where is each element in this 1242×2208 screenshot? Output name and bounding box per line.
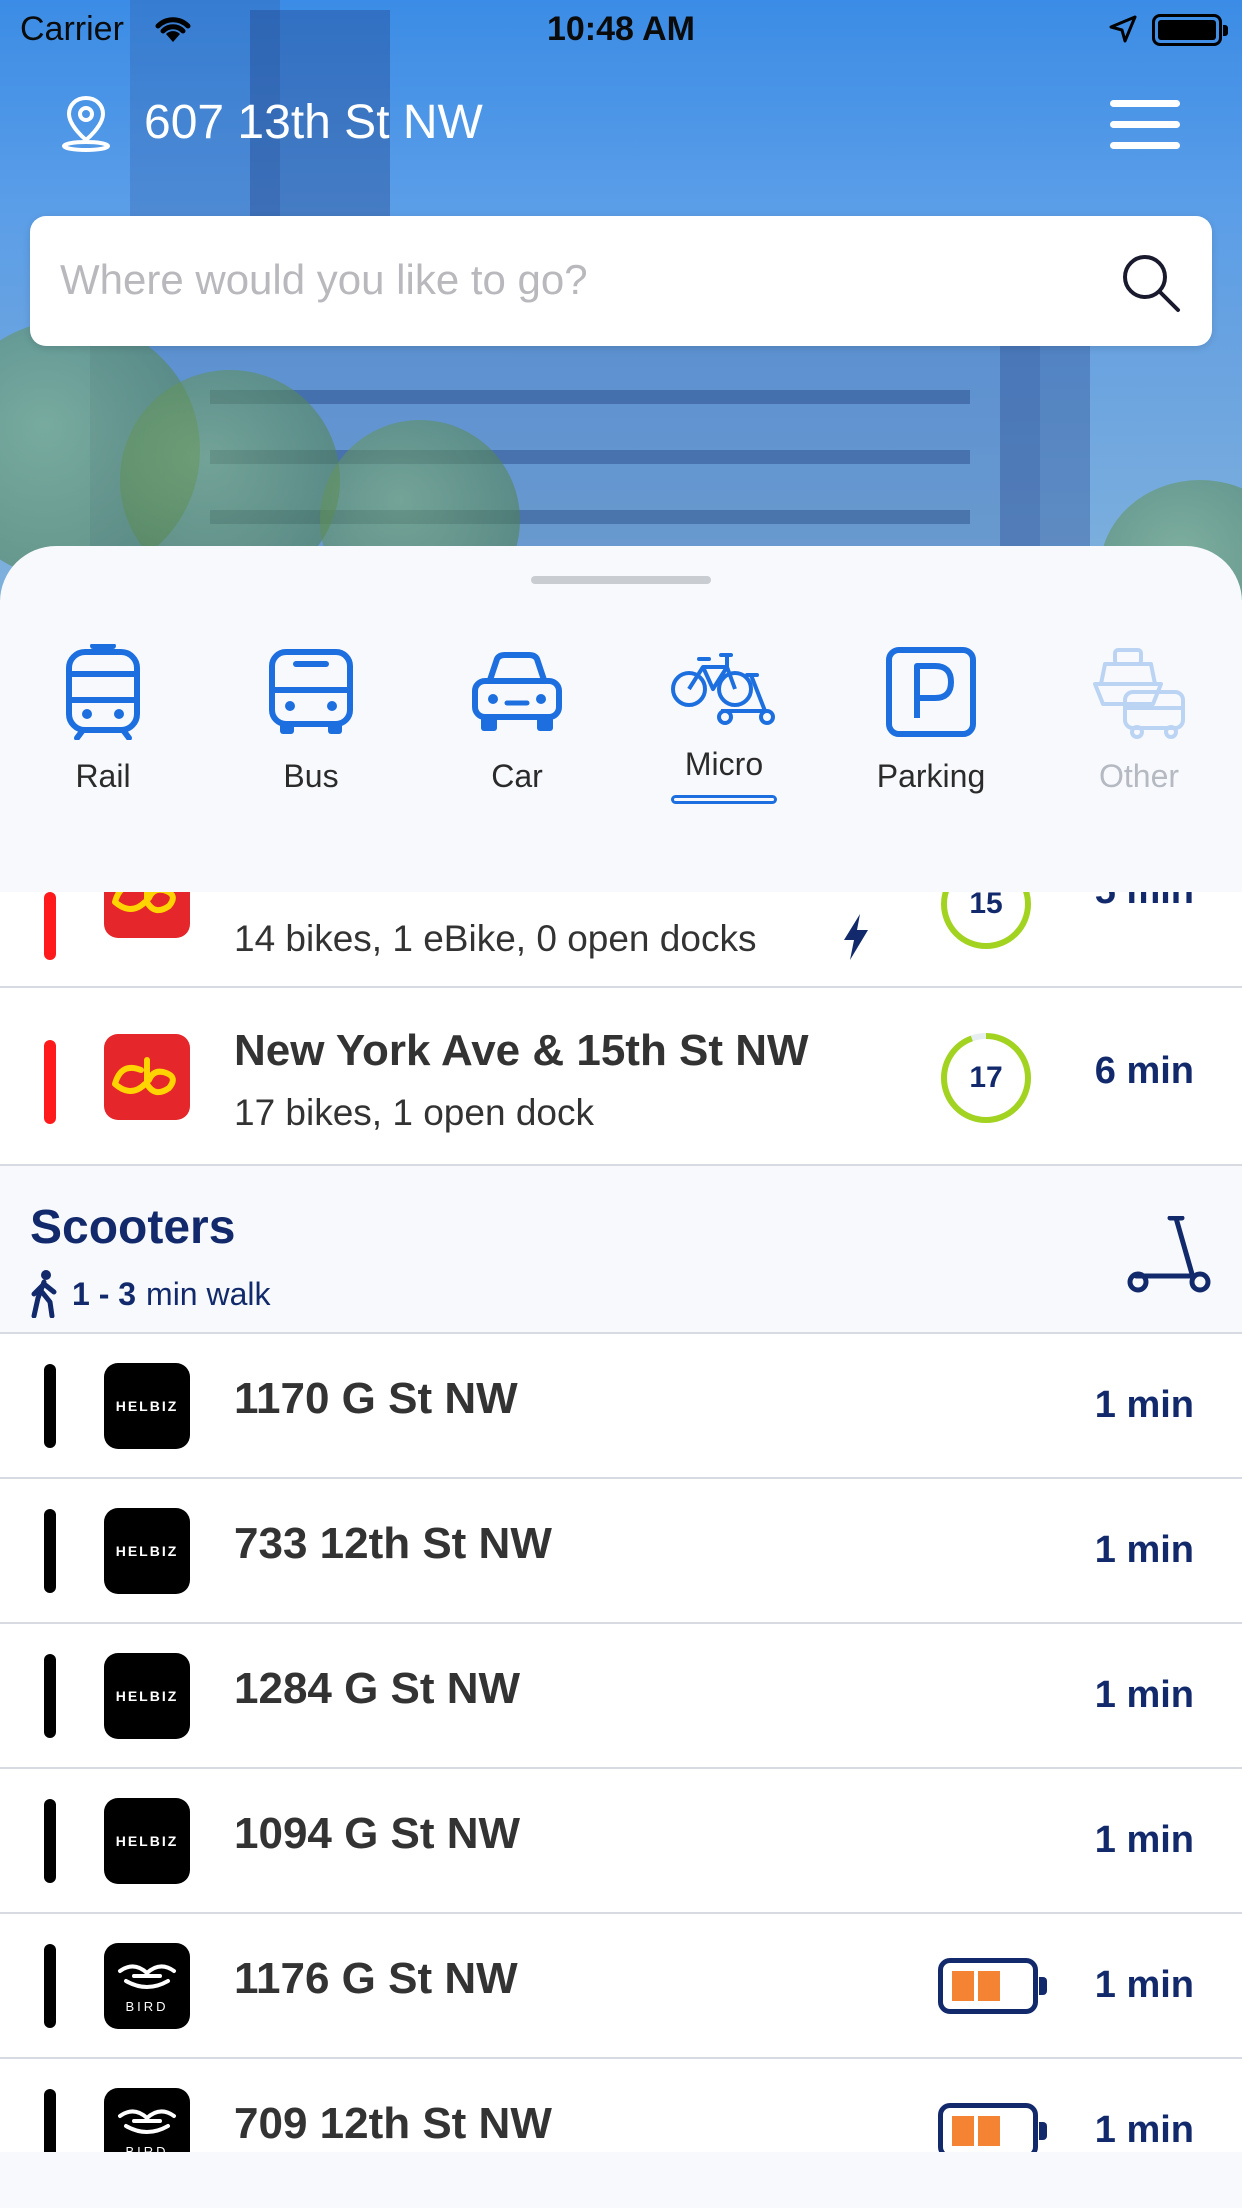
scooters-section-header: Scooters 1 - 3 min walk bbox=[0, 1166, 1242, 1334]
helbiz-logo: HELBIZ bbox=[104, 1508, 190, 1594]
current-location[interactable]: 607 13th St NW bbox=[58, 92, 483, 152]
bus-icon bbox=[269, 649, 353, 734]
tab-rail[interactable]: Rail bbox=[23, 642, 183, 795]
list-item[interactable]: BIRD 709 12th St NW 1 min bbox=[0, 2059, 1242, 2152]
lightning-icon bbox=[844, 914, 868, 960]
helbiz-logo: HELBIZ bbox=[104, 1798, 190, 1884]
location-address: 607 13th St NW bbox=[144, 95, 483, 149]
tab-label: Bus bbox=[283, 758, 339, 794]
scooter-address: 1170 G St NW bbox=[234, 1374, 518, 1423]
mode-tabs: Rail Bus Car Micro Parking Other bbox=[0, 642, 1242, 832]
helbiz-logo: HELBIZ bbox=[104, 1363, 190, 1449]
bird-logo: BIRD bbox=[104, 2088, 190, 2152]
transit-sheet: Rail Bus Car Micro Parking Other 14 bike… bbox=[0, 546, 1242, 2208]
station-availability: 17 bikes, 1 open dock bbox=[234, 1092, 594, 1133]
list-item[interactable]: New York Ave & 15th St NW 17 bikes, 1 op… bbox=[0, 988, 1242, 1166]
tab-other[interactable]: Other bbox=[1059, 642, 1219, 795]
walking-person-icon bbox=[31, 1270, 57, 1318]
train-icon bbox=[66, 644, 140, 740]
line-color-bar bbox=[44, 1799, 56, 1883]
tab-bus[interactable]: Bus bbox=[231, 642, 391, 795]
parking-icon bbox=[886, 647, 976, 737]
walk-time: 1 min bbox=[1094, 1384, 1194, 1426]
list-item[interactable]: BIRD 1176 G St NW 1 min bbox=[0, 1914, 1242, 2059]
tab-parking[interactable]: Parking bbox=[851, 642, 1011, 795]
tab-label: Micro bbox=[684, 746, 764, 782]
tab-car[interactable]: Car bbox=[437, 642, 597, 795]
list-item[interactable]: HELBIZ 1284 G St NW 1 min bbox=[0, 1624, 1242, 1769]
walk-time: 5 min bbox=[1095, 892, 1194, 913]
walk-time: 1 min bbox=[1094, 1964, 1194, 2006]
scooter-address: 1094 G St NW bbox=[234, 1809, 521, 1858]
line-color-bar bbox=[44, 892, 56, 960]
search-bar[interactable]: Where would you like to go? bbox=[30, 216, 1212, 346]
walk-time: 6 min bbox=[1094, 1050, 1194, 1092]
tab-label: Car bbox=[491, 758, 543, 794]
sheet-drag-handle[interactable] bbox=[531, 576, 711, 584]
station-name: New York Ave & 15th St NW bbox=[234, 1026, 809, 1075]
capital-bikeshare-logo bbox=[104, 1034, 190, 1120]
availability-ring: 15 bbox=[938, 892, 1034, 952]
line-color-bar bbox=[44, 1040, 56, 1124]
clock: 10:48 AM bbox=[546, 10, 696, 48]
nearby-results-list[interactable]: 14 bikes, 1 eBike, 0 open docks 15 5 min… bbox=[0, 892, 1242, 2152]
tab-label: Parking bbox=[876, 758, 986, 794]
list-item[interactable]: HELBIZ 1094 G St NW 1 min bbox=[0, 1769, 1242, 1914]
tab-micro[interactable]: Micro bbox=[644, 642, 804, 804]
walk-time: 1 min bbox=[1094, 1674, 1194, 1716]
helbiz-logo: HELBIZ bbox=[104, 1653, 190, 1739]
scooter-address: 1284 G St NW bbox=[234, 1664, 521, 1713]
list-item[interactable]: 14 bikes, 1 eBike, 0 open docks 15 5 min bbox=[0, 892, 1242, 988]
search-icon[interactable] bbox=[1116, 248, 1186, 318]
availability-ring: 17 bbox=[938, 1030, 1034, 1126]
scooter-address: 1176 G St NW bbox=[234, 1954, 518, 2003]
list-item[interactable]: HELBIZ 733 12th St NW 1 min bbox=[0, 1479, 1242, 1624]
header-background: Carrier 10:48 AM 607 13th St NW Where wo… bbox=[0, 0, 1242, 600]
active-tab-indicator bbox=[671, 795, 777, 804]
bird-logo: BIRD bbox=[104, 1943, 190, 2029]
walk-time: 1 min bbox=[1094, 1529, 1194, 1571]
capital-bikeshare-logo bbox=[104, 892, 190, 938]
scooter-address: 709 12th St NW bbox=[234, 2099, 552, 2148]
line-color-bar bbox=[44, 1654, 56, 1738]
hamburger-menu-icon[interactable] bbox=[1110, 100, 1180, 150]
walk-time: 1 min bbox=[1094, 2109, 1194, 2151]
battery-level-icon bbox=[938, 1958, 1047, 2014]
status-bar: Carrier 10:48 AM bbox=[0, 0, 1242, 60]
section-title: Scooters bbox=[30, 1201, 236, 1254]
tab-label: Rail bbox=[75, 758, 131, 794]
battery-level-icon bbox=[938, 2103, 1047, 2152]
location-arrow-icon bbox=[1109, 15, 1137, 43]
line-color-bar bbox=[44, 1364, 56, 1448]
station-availability: 14 bikes, 1 eBike, 0 open docks bbox=[234, 918, 757, 959]
line-color-bar bbox=[44, 2089, 56, 2152]
line-color-bar bbox=[44, 1509, 56, 1593]
walk-range: 1 - 3 min walk bbox=[30, 1270, 271, 1318]
walk-time: 1 min bbox=[1094, 1819, 1194, 1861]
battery-icon bbox=[1152, 14, 1228, 46]
scooter-icon bbox=[1127, 1216, 1211, 1293]
line-color-bar bbox=[44, 1944, 56, 2028]
ferry-icon bbox=[1093, 648, 1185, 739]
location-pin-icon bbox=[62, 95, 110, 152]
search-input[interactable]: Where would you like to go? bbox=[60, 256, 588, 304]
car-icon bbox=[472, 652, 562, 731]
list-item[interactable]: HELBIZ 1170 G St NW 1 min bbox=[0, 1334, 1242, 1479]
tab-label: Other bbox=[1098, 758, 1180, 794]
scooter-address: 733 12th St NW bbox=[234, 1519, 552, 1568]
bike-scooter-icon bbox=[671, 653, 775, 725]
